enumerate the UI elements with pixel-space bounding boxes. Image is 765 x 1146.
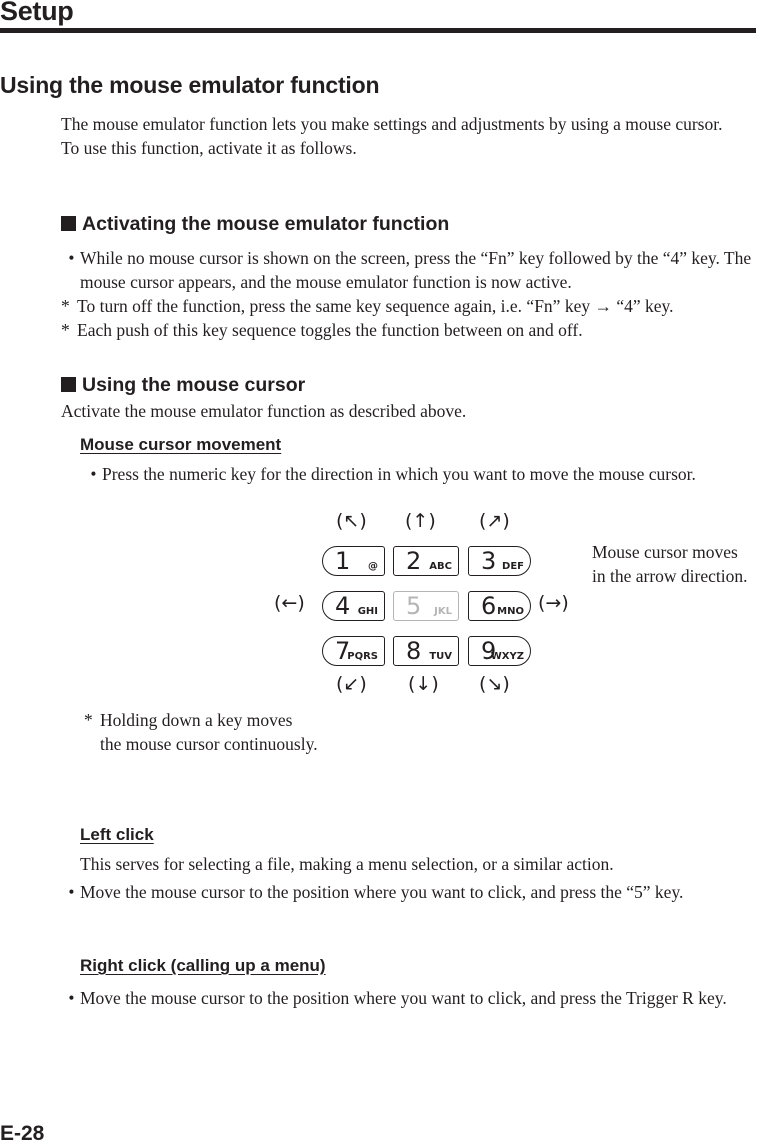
square-bullet-icon	[61, 216, 76, 231]
bullet-icon: •	[68, 988, 75, 1008]
key-letters: JKL	[434, 606, 452, 617]
movement-bullet: • Press the numeric key for the directio…	[85, 462, 725, 486]
arrow-direction-note-line-1: Mouse cursor moves	[592, 542, 738, 562]
key-number: 3	[481, 547, 497, 575]
key-number: 2	[406, 547, 422, 575]
bullet-icon: •	[90, 464, 97, 484]
key-2: 2 ABC	[393, 546, 459, 576]
page-header-title: Setup	[0, 0, 74, 26]
key-letters: ABC	[429, 561, 452, 572]
square-bullet-icon	[61, 377, 76, 392]
key-number: 8	[406, 637, 422, 665]
section-title: Using the mouse emulator function	[0, 72, 380, 98]
activating-note: * Each push of this key sequence toggles…	[61, 318, 761, 342]
key-letters: WXYZ	[490, 651, 524, 662]
arrow-down-right-label: (↘)	[479, 673, 510, 695]
activating-note: * To turn off the function, press the sa…	[61, 294, 761, 318]
arrow-down-left-label: (↙)	[336, 673, 367, 695]
intro-line-1: The mouse emulator function lets you mak…	[61, 114, 723, 134]
key-8: 8 TUV	[393, 636, 459, 666]
right-click-heading: Right click (calling up a menu)	[80, 956, 326, 975]
key-letters: @	[368, 561, 378, 572]
arrow-down-label: (↓)	[408, 673, 439, 695]
left-click-description: This serves for selecting a file, making…	[80, 854, 614, 874]
page-number: E-28	[0, 1122, 45, 1145]
key-6: 6 MNO	[468, 591, 531, 621]
key-letters: PQRS	[347, 651, 378, 662]
left-click-bullet: • Move the mouse cursor to the position …	[63, 880, 743, 904]
activating-bullet: • While no mouse cursor is shown on the …	[63, 246, 753, 294]
right-click-bullet-text: Move the mouse cursor to the position wh…	[80, 988, 727, 1008]
key-number: 6	[481, 592, 497, 620]
arrow-up-left-label: (↖)	[336, 510, 367, 532]
arrow-direction-note: Mouse cursor moves in the arrow directio…	[592, 540, 765, 588]
key-number: 5	[406, 592, 422, 620]
hold-note-line-2: the mouse cursor continuously.	[100, 734, 318, 754]
key-number: 4	[335, 592, 351, 620]
arrow-up-right-label: (↗)	[479, 510, 510, 532]
asterisk-icon: *	[61, 296, 70, 316]
movement-bullet-text: Press the numeric key for the direction …	[102, 464, 696, 484]
key-letters: GHI	[357, 606, 378, 617]
bullet-icon: •	[68, 248, 75, 268]
key-7: 7 PQRS	[322, 636, 385, 666]
using-intro: Activate the mouse emulator function as …	[61, 401, 467, 421]
hold-key-note: * Holding down a key moves the mouse cur…	[84, 708, 318, 756]
arrow-right-label: (→)	[538, 592, 569, 614]
asterisk-icon: *	[84, 710, 93, 730]
using-heading-text: Using the mouse cursor	[82, 374, 306, 396]
key-letters: TUV	[429, 651, 452, 662]
key-letters: DEF	[502, 561, 524, 572]
activating-bullet-text: While no mouse cursor is shown on the sc…	[80, 248, 752, 292]
key-3: 3 DEF	[468, 546, 531, 576]
movement-heading: Mouse cursor movement	[80, 435, 282, 454]
intro-paragraph: The mouse emulator function lets you mak…	[61, 112, 761, 160]
arrow-up-label: (↑)	[405, 510, 436, 532]
activating-note-text: Each push of this key sequence toggles t…	[77, 320, 583, 340]
arrow-left-label: (←)	[274, 592, 305, 614]
arrow-direction-note-line-2: in the arrow direction.	[592, 566, 748, 586]
left-click-heading: Left click	[80, 825, 154, 844]
asterisk-icon: *	[61, 320, 70, 340]
hold-note-line-1: Holding down a key moves	[100, 710, 293, 730]
intro-line-2: To use this function, activate it as fol…	[61, 138, 357, 158]
key-number: 1	[335, 547, 351, 575]
left-click-bullet-text: Move the mouse cursor to the position wh…	[80, 882, 684, 902]
key-letters: MNO	[497, 606, 524, 617]
key-5: 5 JKL	[393, 591, 459, 621]
bullet-icon: •	[68, 882, 75, 902]
activating-heading-text: Activating the mouse emulator function	[82, 213, 450, 235]
key-4: 4 GHI	[322, 591, 385, 621]
key-9: 9 WXYZ	[468, 636, 531, 666]
using-heading: Using the mouse cursor	[61, 374, 305, 397]
activating-note-text: To turn off the function, press the same…	[77, 296, 674, 316]
key-1: 1 @	[322, 546, 385, 576]
header-rule	[0, 28, 756, 33]
activating-heading: Activating the mouse emulator function	[61, 213, 449, 236]
right-click-bullet: • Move the mouse cursor to the position …	[63, 986, 743, 1010]
